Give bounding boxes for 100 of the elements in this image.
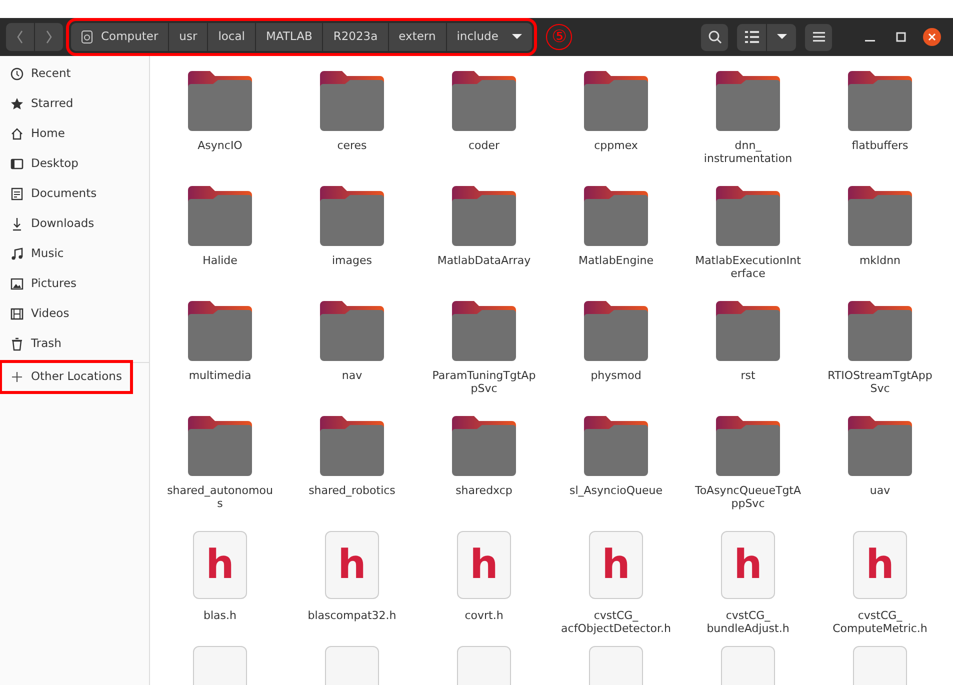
file-name: shared_autonomous [166, 484, 274, 510]
minimize-icon [865, 40, 875, 42]
folder-item[interactable]: shared_autonomous [154, 414, 286, 529]
path-segment[interactable]: local [208, 23, 255, 51]
header-file-item[interactable]: h cvstCG_ ComputeMetric.h [814, 529, 946, 644]
folder-item[interactable]: Halide [154, 184, 286, 299]
folder-icon [582, 69, 650, 133]
sidebar-item[interactable]: Recent [0, 59, 149, 89]
folder-item[interactable]: multimedia [154, 299, 286, 414]
file-name: coder [467, 139, 501, 152]
chevron-right-icon [45, 30, 53, 44]
sidebar-item[interactable]: Documents [0, 179, 149, 209]
menu-button[interactable] [805, 24, 832, 50]
sidebar-item[interactable]: Downloads [0, 209, 149, 239]
folder-item[interactable]: physmod [550, 299, 682, 414]
header-file-item[interactable]: h covrt.h [418, 529, 550, 644]
file-name: mkldnn [858, 254, 902, 267]
sidebar-item[interactable]: Other Locations [4, 365, 128, 389]
path-segment[interactable]: Computer [71, 23, 168, 51]
folder-item[interactable]: sl_AsyncioQueue [550, 414, 682, 529]
folder-item[interactable]: ToAsyncQueueTgtAppSvc [682, 414, 814, 529]
folder-item[interactable]: rst [682, 299, 814, 414]
sidebar-item[interactable]: Desktop [0, 149, 149, 179]
sidebar-item[interactable]: Trash [0, 329, 149, 359]
folder-icon [582, 414, 650, 478]
close-button[interactable] [921, 26, 943, 48]
sidebar-item[interactable]: Home [0, 119, 149, 149]
folder-item[interactable]: MatlabExecutionInterface [682, 184, 814, 299]
folder-icon [318, 69, 386, 133]
sidebar-item[interactable]: Pictures [0, 269, 149, 299]
sidebar-item[interactable]: Music [0, 239, 149, 269]
back-button[interactable] [6, 23, 34, 51]
file-name: cvstCG_ ComputeMetric.h [832, 609, 928, 635]
chevron-left-icon [16, 30, 24, 44]
path-segment[interactable]: R2023a [323, 23, 388, 51]
file-name: ToAsyncQueueTgtAppSvc [694, 484, 802, 510]
h-file-icon: h [721, 531, 775, 599]
folder-item[interactable]: coder [418, 69, 550, 184]
folder-icon [318, 299, 386, 363]
file-name: MatlabDataArray [436, 254, 532, 267]
folder-icon [450, 414, 518, 478]
folder-icon [582, 184, 650, 248]
folder-item[interactable]: MatlabEngine [550, 184, 682, 299]
header-file-item[interactable]: h cvstCG_ acfObjectDetector.h [550, 529, 682, 644]
folder-item[interactable]: RTIOStreamTgtAppSvc [814, 299, 946, 414]
forward-button[interactable] [35, 23, 63, 51]
file-name: sl_AsyncioQueue [568, 484, 664, 497]
header-file-item[interactable]: h cvstCG_ bundleAdjust.h [682, 529, 814, 644]
film-icon [10, 307, 24, 321]
folder-item[interactable]: sharedxcp [418, 414, 550, 529]
folder-item[interactable]: mkldnn [814, 184, 946, 299]
folder-icon [186, 299, 254, 363]
file-name: RTIOStreamTgtAppSvc [826, 369, 934, 395]
file-name: Halide [202, 254, 238, 267]
folder-icon [714, 69, 782, 133]
folder-item[interactable]: MatlabDataArray [418, 184, 550, 299]
folder-item[interactable]: nav [286, 299, 418, 414]
file-name: dnn_ instrumentation [702, 139, 794, 165]
path-segment[interactable]: extern [388, 23, 446, 51]
trash-icon [10, 337, 24, 351]
sidebar-item[interactable]: Starred [0, 89, 149, 119]
folder-item[interactable]: cppmex [550, 69, 682, 184]
path-segment[interactable]: usr [169, 23, 208, 51]
folder-icon [450, 69, 518, 133]
path-segment[interactable]: include [446, 23, 532, 51]
folder-icon [714, 414, 782, 478]
folder-icon [582, 299, 650, 363]
view-list-button[interactable] [737, 24, 766, 50]
search-button[interactable] [701, 24, 728, 50]
file-name: MatlabEngine [577, 254, 655, 267]
folder-item[interactable]: shared_robotics [286, 414, 418, 529]
folder-item[interactable]: flatbuffers [814, 69, 946, 184]
file-name: sharedxcp [454, 484, 514, 497]
path-segment[interactable]: MATLAB [256, 23, 322, 51]
header-file-item[interactable]: h blascompat32.h [286, 529, 418, 644]
file-name: blascompat32.h [306, 609, 398, 622]
folder-item[interactable]: ceres [286, 69, 418, 184]
file-name: physmod [590, 369, 642, 382]
star-icon [10, 97, 24, 111]
file-name: ParamTuningTgtAppSvc [431, 369, 537, 395]
folder-icon [714, 299, 782, 363]
picture-icon [10, 277, 24, 291]
file-name: rst [740, 369, 756, 382]
header-file-item[interactable]: h blas.h [154, 529, 286, 644]
folder-item[interactable]: uav [814, 414, 946, 529]
folder-icon [450, 299, 518, 363]
folder-item[interactable]: AsyncIO [154, 69, 286, 184]
file-name: blas.h [202, 609, 238, 622]
folder-item[interactable]: ParamTuningTgtAppSvc [418, 299, 550, 414]
plus-icon [10, 370, 24, 384]
folder-icon [846, 69, 914, 133]
file-name: AsyncIO [196, 139, 244, 152]
home-icon [10, 127, 24, 141]
folder-item[interactable]: images [286, 184, 418, 299]
view-options-button[interactable] [767, 24, 796, 50]
folder-item[interactable]: dnn_ instrumentation [682, 69, 814, 184]
close-icon [922, 27, 942, 47]
file-name: multimedia [188, 369, 252, 382]
sidebar-item[interactable]: Videos [0, 299, 149, 329]
folder-icon [186, 184, 254, 248]
